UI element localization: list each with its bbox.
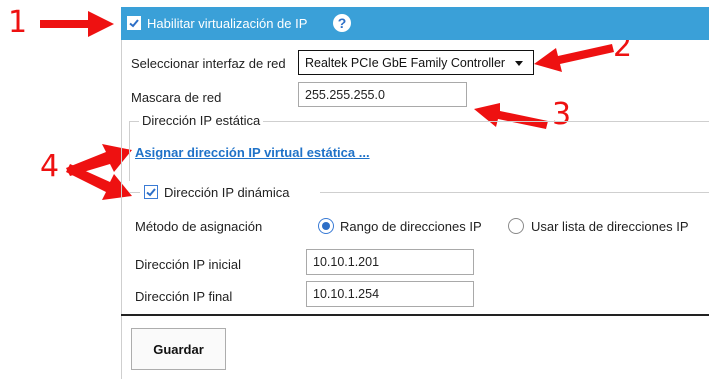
enable-virtualization-checkbox[interactable] — [127, 16, 141, 30]
static-ip-legend: Dirección IP estática — [139, 113, 264, 128]
method-label: Método de asignación — [135, 219, 263, 234]
section-divider — [121, 314, 709, 316]
static-ip-group-left-border — [129, 121, 130, 181]
mask-label: Mascara de red — [131, 90, 222, 105]
interface-select[interactable]: Realtek PCIe GbE Family Controller — [298, 50, 534, 75]
interface-select-value: Realtek PCIe GbE Family Controller — [305, 55, 506, 70]
start-ip-label: Dirección IP inicial — [135, 257, 241, 272]
range-radio[interactable] — [318, 218, 334, 234]
dynamic-ip-legend: Dirección IP dinámica — [164, 185, 290, 200]
list-radio-label: Usar lista de direcciones IP — [531, 219, 689, 234]
arrow-1-icon — [40, 11, 114, 37]
assign-static-ip-link[interactable]: Asignar dirección IP virtual estática ..… — [135, 145, 370, 160]
chevron-down-icon — [515, 61, 523, 66]
range-radio-label: Rango de direcciones IP — [340, 219, 482, 234]
radio-selected-dot — [322, 222, 330, 230]
enable-virtualization-label: Habilitar virtualización de IP — [147, 16, 308, 31]
ip-virtualization-header: Habilitar virtualización de IP ? — [121, 7, 709, 40]
mask-input[interactable]: 255.255.255.0 — [298, 82, 467, 107]
help-icon[interactable]: ? — [333, 14, 351, 32]
checkmark-icon — [146, 188, 156, 197]
start-ip-input[interactable]: 10.10.1.201 — [306, 249, 474, 275]
annotation-number-4: 4 — [40, 149, 60, 184]
end-ip-input[interactable]: 10.10.1.254 — [306, 281, 474, 307]
interface-label: Seleccionar interfaz de red — [131, 56, 286, 71]
end-ip-label: Dirección IP final — [135, 289, 233, 304]
dynamic-ip-checkbox[interactable] — [144, 185, 158, 199]
save-button[interactable]: Guardar — [131, 328, 226, 370]
annotation-number-1: 1 — [8, 5, 28, 40]
checkmark-icon — [129, 19, 139, 28]
list-radio[interactable] — [508, 218, 524, 234]
